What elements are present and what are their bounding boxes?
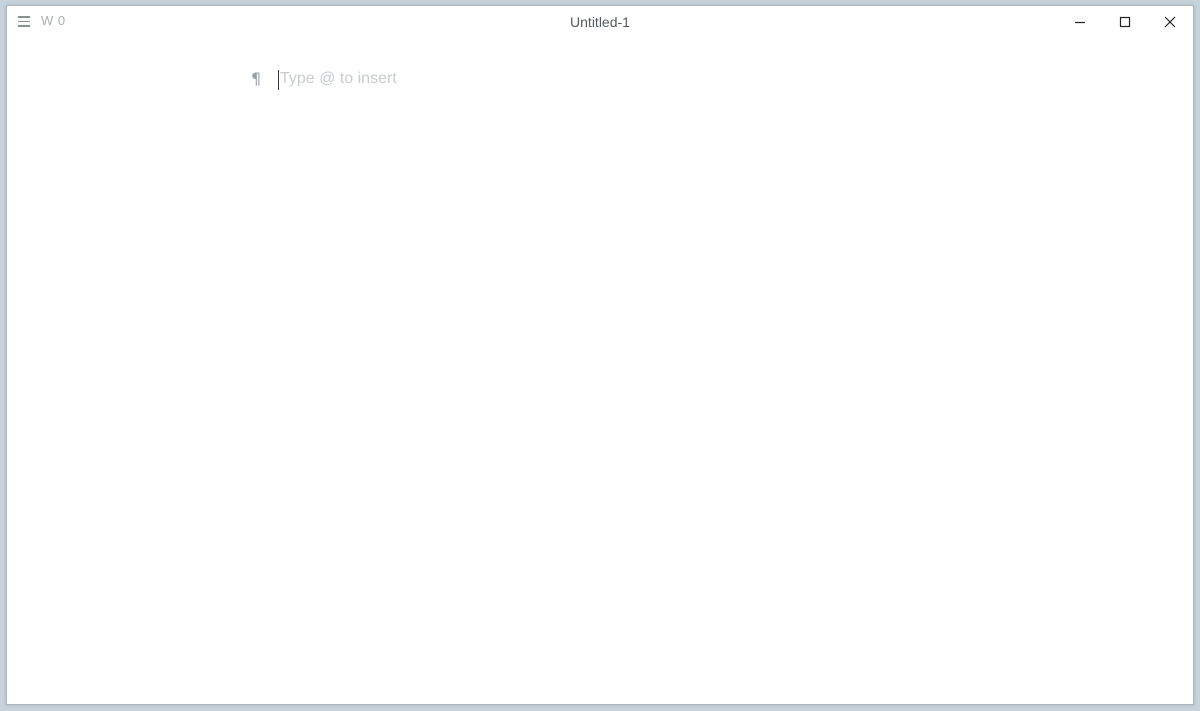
window-title: Untitled-1 [570,14,630,30]
editor-placeholder[interactable]: Type @ to insert [280,70,397,88]
close-button[interactable] [1147,6,1192,38]
title-bar: W 0 Untitled-1 [7,6,1193,40]
maximize-button[interactable] [1102,6,1147,38]
minimize-icon [1075,21,1085,24]
maximize-icon [1119,16,1131,28]
text-caret [278,70,279,90]
close-icon [1164,16,1176,28]
editor-area[interactable]: ¶ Type @ to insert [7,40,1193,704]
app-window: W 0 Untitled-1 ¶ Type @ to insert [6,5,1194,705]
paragraph-marker-icon[interactable]: ¶ [251,69,261,88]
minimize-button[interactable] [1057,6,1102,38]
